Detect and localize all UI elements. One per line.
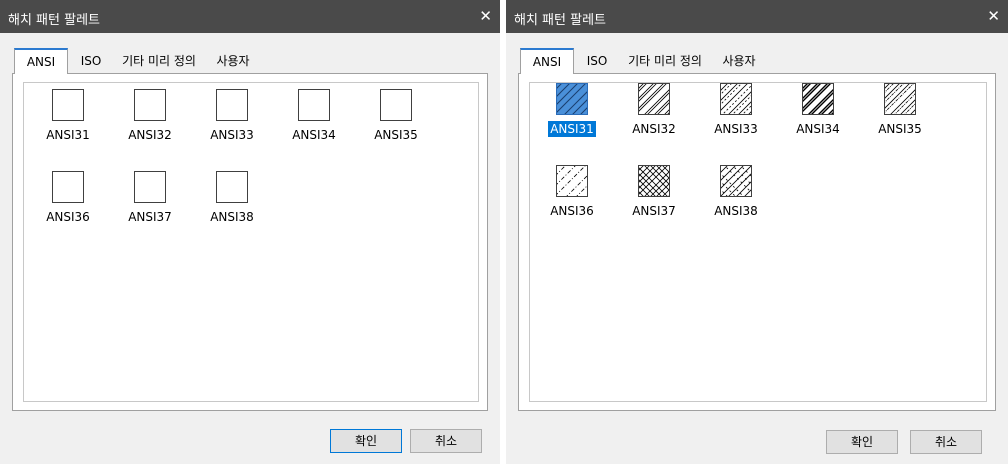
tab-other-predefined[interactable]: 기타 미리 정의 xyxy=(114,48,204,74)
pattern-swatch xyxy=(134,89,166,121)
pattern-label: ANSI36 xyxy=(550,204,594,218)
pattern-swatch xyxy=(884,83,916,115)
pattern-item-ansi38[interactable]: ANSI38 xyxy=(196,171,268,235)
pattern-label: ANSI38 xyxy=(714,204,758,218)
tab-iso[interactable]: ISO xyxy=(582,48,612,74)
pattern-item-ansi31[interactable]: ANSI31 xyxy=(32,89,104,153)
cancel-button[interactable]: 취소 xyxy=(410,429,482,453)
pattern-item-ansi37[interactable]: ANSI37 xyxy=(618,165,690,229)
pattern-swatch xyxy=(298,89,330,121)
pattern-label: ANSI38 xyxy=(210,210,254,224)
tab-ansi[interactable]: ANSI xyxy=(520,48,574,74)
tab-ansi[interactable]: ANSI xyxy=(14,48,68,74)
tab-iso[interactable]: ISO xyxy=(76,48,106,74)
pattern-item-ansi32[interactable]: ANSI32 xyxy=(114,89,186,153)
pattern-label: ANSI37 xyxy=(128,210,172,224)
pattern-swatch xyxy=(720,165,752,197)
pattern-swatch xyxy=(556,165,588,197)
pattern-swatch xyxy=(216,171,248,203)
pattern-swatch xyxy=(216,89,248,121)
titlebar: 해치 패턴 팔레트 ✕ xyxy=(0,0,500,33)
pattern-item-ansi33[interactable]: ANSI33 xyxy=(196,89,268,153)
ok-button[interactable]: 확인 xyxy=(330,429,402,453)
window-title: 해치 패턴 팔레트 xyxy=(514,13,606,28)
pattern-label: ANSI37 xyxy=(632,204,676,218)
pattern-label: ANSI31 xyxy=(548,121,596,137)
hatch-palette-dialog-right: 해치 패턴 팔레트 ✕ ANSI ISO 기타 미리 정의 사용자 ANSI31 xyxy=(506,0,1008,464)
tab-panel: ANSI31 ANSI32 ANSI33 ANSI34 ANSI35 ANSI3… xyxy=(12,73,488,411)
pattern-item-ansi35[interactable]: ANSI35 xyxy=(864,83,936,147)
pattern-swatch xyxy=(638,83,670,115)
pattern-swatch xyxy=(134,171,166,203)
pattern-label: ANSI36 xyxy=(46,210,90,224)
pattern-item-ansi38[interactable]: ANSI38 xyxy=(700,165,772,229)
pattern-item-ansi36[interactable]: ANSI36 xyxy=(536,165,608,229)
tab-panel: ANSI31 ANSI32 ANSI33 ANSI34 ANSI35 ANSI3… xyxy=(518,73,996,411)
pattern-swatch xyxy=(638,165,670,197)
pattern-label: ANSI33 xyxy=(714,122,758,136)
pattern-label: ANSI35 xyxy=(878,122,922,136)
pattern-swatch xyxy=(52,89,84,121)
ok-button[interactable]: 확인 xyxy=(826,430,898,454)
pattern-item-ansi33[interactable]: ANSI33 xyxy=(700,83,772,147)
pattern-item-ansi32[interactable]: ANSI32 xyxy=(618,83,690,147)
pattern-item-ansi34[interactable]: ANSI34 xyxy=(278,89,350,153)
pattern-label: ANSI33 xyxy=(210,128,254,142)
pattern-swatch xyxy=(802,83,834,115)
close-icon[interactable]: ✕ xyxy=(479,7,492,25)
pattern-label: ANSI31 xyxy=(46,128,90,142)
tab-custom[interactable]: 사용자 xyxy=(210,48,256,74)
pattern-label: ANSI32 xyxy=(128,128,172,142)
tab-other-predefined[interactable]: 기타 미리 정의 xyxy=(620,48,710,74)
window-title: 해치 패턴 팔레트 xyxy=(8,13,100,28)
pattern-label: ANSI35 xyxy=(374,128,418,142)
pattern-item-ansi37[interactable]: ANSI37 xyxy=(114,171,186,235)
pattern-label: ANSI32 xyxy=(632,122,676,136)
hatch-palette-dialog-left: 해치 패턴 팔레트 ✕ ANSI ISO 기타 미리 정의 사용자 ANSI31… xyxy=(0,0,500,464)
pattern-list: ANSI31 ANSI32 ANSI33 ANSI34 ANSI35 ANSI3… xyxy=(529,82,987,402)
pattern-item-ansi36[interactable]: ANSI36 xyxy=(32,171,104,235)
pattern-item-ansi34[interactable]: ANSI34 xyxy=(782,83,854,147)
cancel-button[interactable]: 취소 xyxy=(910,430,982,454)
pattern-item-ansi35[interactable]: ANSI35 xyxy=(360,89,432,153)
pattern-label: ANSI34 xyxy=(796,122,840,136)
close-icon[interactable]: ✕ xyxy=(987,7,1000,25)
pattern-swatch xyxy=(380,89,412,121)
pattern-list: ANSI31 ANSI32 ANSI33 ANSI34 ANSI35 ANSI3… xyxy=(23,82,479,402)
pattern-swatch xyxy=(52,171,84,203)
pattern-swatch xyxy=(720,83,752,115)
pattern-swatch xyxy=(556,83,588,115)
pattern-label: ANSI34 xyxy=(292,128,336,142)
pattern-item-ansi31[interactable]: ANSI31 xyxy=(536,83,608,147)
tab-custom[interactable]: 사용자 xyxy=(716,48,762,74)
titlebar: 해치 패턴 팔레트 ✕ xyxy=(506,0,1008,33)
